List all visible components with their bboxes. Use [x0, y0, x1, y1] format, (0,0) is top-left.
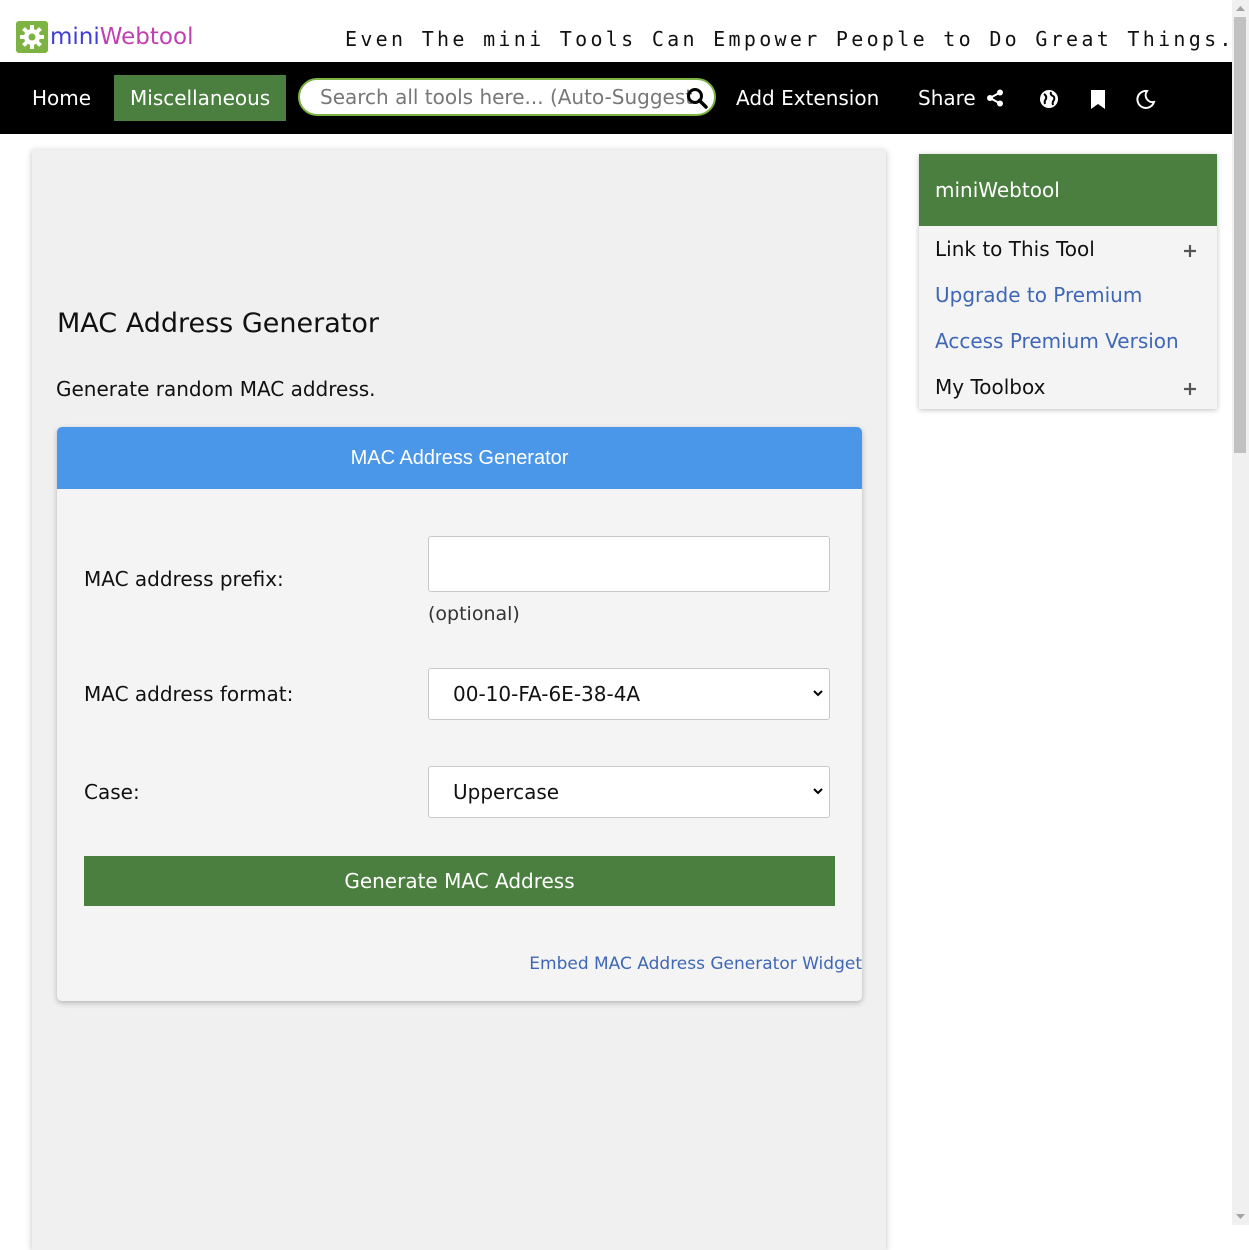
page-scrollbar[interactable]	[1232, 0, 1249, 1225]
logo-text-webtool: Webtool	[99, 24, 194, 50]
site-logo[interactable]: miniWebtool	[16, 21, 193, 53]
scrollbar-thumb[interactable]	[1234, 17, 1246, 453]
prefix-label: MAC address prefix:	[84, 567, 284, 591]
scroll-down-arrow-icon[interactable]	[1232, 1208, 1249, 1225]
sidebar-item-link-to-tool[interactable]: Link to This Tool	[935, 237, 1095, 261]
sidebar-title: miniWebtool	[919, 154, 1217, 226]
case-selected-value: Uppercase	[453, 780, 560, 804]
search-box	[298, 78, 716, 116]
case-label: Case:	[84, 780, 140, 804]
globe-icon[interactable]	[1038, 88, 1060, 110]
tool-form-panel: MAC Address Generator MAC address prefix…	[57, 427, 862, 1001]
share-icon	[987, 89, 1004, 107]
format-selected-value: 00-10-FA-6E-38-4A	[453, 682, 641, 706]
chevron-down-icon	[813, 690, 823, 697]
bookmark-icon[interactable]	[1087, 88, 1109, 110]
logo-text: miniWebtool	[50, 24, 193, 50]
brand-bar: miniWebtool Even The mini Tools Can Empo…	[0, 0, 1232, 62]
share-button[interactable]: Share	[902, 75, 1020, 121]
format-select[interactable]: 00-10-FA-6E-38-4A	[428, 668, 830, 720]
plus-icon[interactable]	[1183, 382, 1197, 396]
top-navbar: Home Miscellaneous Add Extension Share	[0, 62, 1232, 134]
search-icon[interactable]	[686, 87, 708, 109]
sidebar: miniWebtool Link to This Tool Upgrade to…	[919, 154, 1217, 409]
format-label: MAC address format:	[84, 682, 294, 706]
embed-widget-link[interactable]: Embed MAC Address Generator Widget	[529, 954, 862, 974]
sidebar-item-access-premium[interactable]: Access Premium Version	[935, 329, 1179, 353]
plus-icon[interactable]	[1183, 244, 1197, 258]
tool-panel-header: MAC Address Generator	[57, 427, 862, 489]
tagline: Even The mini Tools Can Empower People t…	[345, 27, 1235, 51]
add-extension-link[interactable]: Add Extension	[720, 75, 895, 121]
sidebar-item-upgrade-premium[interactable]: Upgrade to Premium	[935, 283, 1142, 307]
logo-text-mini: mini	[50, 24, 100, 50]
case-select[interactable]: Uppercase	[428, 766, 830, 818]
nav-home-link[interactable]: Home	[16, 75, 107, 121]
page-description: Generate random MAC address.	[56, 377, 376, 401]
share-label: Share	[918, 86, 976, 110]
gear-icon	[16, 21, 48, 53]
sidebar-item-my-toolbox[interactable]: My Toolbox	[935, 375, 1045, 399]
page-title: MAC Address Generator	[57, 308, 379, 339]
prefix-input[interactable]	[428, 536, 830, 592]
scroll-up-arrow-icon[interactable]	[1232, 0, 1249, 17]
moon-icon[interactable]	[1134, 88, 1156, 110]
generate-button[interactable]: Generate MAC Address	[84, 856, 835, 906]
search-input[interactable]	[320, 80, 692, 114]
main-content-card: MAC Address Generator Generate random MA…	[32, 150, 886, 1250]
chevron-down-icon	[813, 788, 823, 795]
nav-category-link[interactable]: Miscellaneous	[114, 75, 287, 121]
prefix-hint: (optional)	[428, 603, 520, 625]
